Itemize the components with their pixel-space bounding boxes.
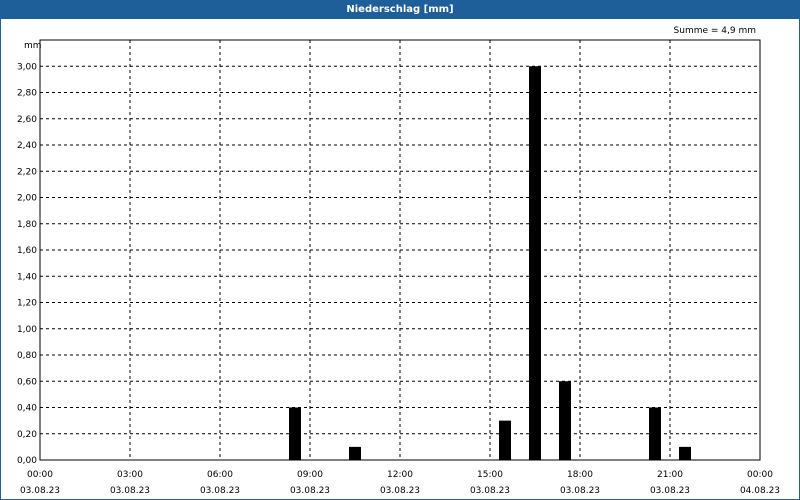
- x-tick-date: 04.08.23: [740, 486, 780, 496]
- x-tick-time: 18:00: [567, 470, 593, 480]
- bar: [649, 407, 661, 460]
- y-tick-label: 0,80: [17, 351, 37, 361]
- x-tick-date: 03.08.23: [110, 486, 150, 496]
- y-tick-label: 2,40: [17, 141, 37, 151]
- sum-annotation: Summe = 4,9 mm: [674, 26, 756, 36]
- bar: [679, 446, 691, 460]
- x-tick-time: 09:00: [297, 470, 323, 480]
- x-tick-date: 03.08.23: [20, 486, 60, 496]
- x-tick-time: 21:00: [657, 470, 683, 480]
- y-tick-label: 0,60: [17, 377, 37, 387]
- x-tick-date: 03.08.23: [290, 486, 330, 496]
- x-tick-time: 03:00: [117, 470, 143, 480]
- x-tick-date: 03.08.23: [380, 486, 420, 496]
- x-tick-time: 15:00: [477, 470, 503, 480]
- x-tick-time: 06:00: [207, 470, 233, 480]
- y-tick-label: 1,20: [17, 299, 37, 309]
- x-tick-time: 00:00: [27, 470, 53, 480]
- y-tick-label: 3,00: [17, 62, 37, 72]
- x-tick-time: 12:00: [387, 470, 413, 480]
- y-tick-label: 2,60: [17, 115, 37, 125]
- x-tick-date: 03.08.23: [560, 486, 600, 496]
- bar: [349, 446, 361, 460]
- y-tick-label: 2,80: [17, 89, 37, 99]
- y-tick-label: 1,40: [17, 272, 37, 282]
- bar: [559, 381, 571, 460]
- x-tick-date: 03.08.23: [200, 486, 240, 496]
- y-tick-label: 2,00: [17, 194, 37, 204]
- bar: [529, 66, 541, 460]
- bar: [499, 420, 511, 460]
- chart-area: 0,00 0,20 0,40 0,60 0,80 1,00 1,20 1,40 1,60 1,80…: [17, 26, 780, 496]
- y-tick-label: 0,20: [17, 430, 37, 440]
- y-tick-label: 1,60: [17, 246, 37, 256]
- x-tick-time: 00:00: [747, 470, 773, 480]
- y-tick-label: 2,20: [17, 167, 37, 177]
- x-tick-date: 03.08.23: [650, 486, 690, 496]
- y-tick-label: 1,00: [17, 325, 37, 335]
- y-tick-label: 0,00: [17, 456, 37, 466]
- bar: [289, 407, 301, 460]
- x-tick-date: 03.08.23: [470, 486, 510, 496]
- y-axis-unit: mm: [24, 41, 42, 51]
- y-tick-label: 1,80: [17, 220, 37, 230]
- y-tick-label: 0,40: [17, 404, 37, 414]
